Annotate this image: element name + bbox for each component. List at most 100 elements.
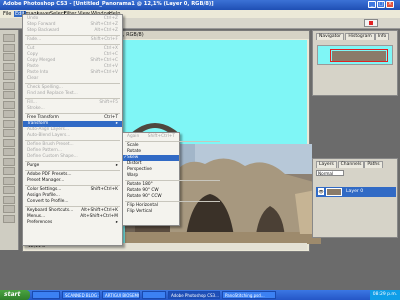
menu-separator [25,206,120,207]
taskbar-item[interactable]: SCANNED BLOG - YOUTU... [62,291,100,299]
navigator-thumbnail[interactable] [317,45,393,65]
menu-separator [125,180,220,181]
title-bar: Adobe Photoshop CS3 - [Untitled_Panorama… [0,0,400,10]
menu-item-label: Auto-Blend Layers... [27,133,71,138]
menu-item-label: Clear [27,76,39,81]
close-button[interactable]: × [386,1,394,8]
menu-item-label: Preferences [27,220,53,225]
menu-item-stroke: Stroke... [23,106,122,112]
menu-separator [25,161,120,162]
tool-button[interactable] [3,157,15,166]
menu-item-rotate-90-ccw[interactable]: Rotate 90° CCW [123,194,179,200]
tool-button[interactable] [3,138,15,147]
menu-item-again: Again Shift+Ctrl+T [123,134,179,140]
tool-button[interactable] [3,214,15,223]
menu-separator [25,185,120,186]
menu-item-label: Flip Vertical [127,209,153,214]
menu-separator [25,44,120,45]
start-button[interactable]: start [0,290,30,300]
tool-button[interactable] [3,148,15,156]
tool-button[interactable] [3,119,15,128]
menu-item-convert-to-profile[interactable]: Convert to Profile... [23,199,122,205]
menu-item-label: Rotate 90° CCW [127,194,162,199]
tool-button[interactable] [3,91,15,99]
menu-item-label: Fade... [27,37,42,42]
navigator-tab-navigator[interactable]: Navigator [316,33,345,40]
panel-dock-empty [312,96,398,158]
layer-thumbnail [326,188,342,196]
arrow-down-icon [369,21,373,25]
menu-item-label: Purge [27,163,40,168]
tool-button[interactable] [3,110,15,118]
menu-item-label: Again [127,134,140,139]
menu-item-shortcut: Shift+Ctrl+F [90,37,118,42]
edit-menu: Undo Ctrl+Z Step Forward Shift+Ctrl+Z Step B… [22,14,123,246]
menu-separator [25,83,120,84]
tool-button[interactable] [3,129,15,137]
menu-item-warp[interactable]: Warp [123,173,179,179]
tool-button[interactable] [3,176,15,185]
menu-item-find-and-replace-text: Find and Replace Text... [23,91,122,97]
menu-item-label: Convert to Profile... [27,199,69,204]
taskbar-item[interactable] [32,291,60,299]
taskbar-item[interactable] [142,291,166,299]
navigator-tab-info[interactable]: Info [374,33,390,40]
menu-separator [25,170,120,171]
tool-button[interactable] [3,62,15,71]
tool-button[interactable] [3,43,15,52]
menu-item-preferences[interactable]: Preferences ▸ [23,220,122,226]
menu-item-shortcut: Alt+Ctrl+Z [94,28,118,33]
taskbar-item[interactable]: Adobe Photoshop CS3... [168,291,220,299]
menu-item-shortcut: Shift+Ctrl+T [147,134,175,139]
tool-button[interactable] [3,34,15,42]
navigator-tab-histogram[interactable]: Histogram [345,33,375,40]
minimize-button[interactable]: _ [368,1,376,8]
tool-button[interactable] [3,72,15,80]
menu-item-label: Find and Replace Text... [27,91,78,96]
taskbar-item[interactable]: PanoStitching.psd... [222,291,276,299]
toolbox [0,30,19,250]
submenu-arrow-icon: ▸ [115,220,118,225]
tool-button[interactable] [3,53,15,61]
taskbar-item[interactable]: ARTIGUI BIOSEMOG... [102,291,140,299]
view-box[interactable] [330,49,388,62]
transform-submenu: Again Shift+Ctrl+T Scale Rotate ✓ Skew Distort… [122,132,220,226]
menu-item-label: Warp [127,173,139,178]
menu-separator [25,98,120,99]
menu-item-step-backward: Step Backward Alt+Ctrl+Z [23,28,122,34]
menu-item-label: Stroke... [27,106,45,111]
navigator-panel: Navigator Histogram Info [312,30,398,96]
layers-tab-layers[interactable]: Layers [316,161,337,168]
menu-separator [25,113,120,114]
menu-item-flip-vertical[interactable]: Flip Vertical [123,209,179,215]
tool-button[interactable] [3,100,15,109]
tool-button[interactable] [3,81,15,90]
system-tray: 08:29 p.m. [370,290,400,300]
layers-tab-paths[interactable]: Paths [364,161,383,168]
taskbar: start 08:29 p.m. SCANNED BLOG - YOUTU...… [0,290,400,300]
menu-item-label: Step Backward [27,28,60,33]
submenu-arrow-icon: ▸ [115,163,118,168]
tool-button[interactable] [3,167,15,175]
menu-separator [25,140,120,141]
menu-separator [125,201,220,202]
menu-item-preset-manager[interactable]: Preset Manager... [23,178,122,184]
layers-panel: Normal 👁 Layer 0 Layers Channels Paths [312,158,398,238]
menu-separator [25,35,120,36]
tool-button[interactable] [3,186,15,194]
menu-file[interactable]: File [3,11,11,17]
layer-row[interactable]: 👁 Layer 0 [316,187,396,197]
eye-icon[interactable]: 👁 [318,188,324,195]
menu-item-fade: Fade... Shift+Ctrl+F [23,37,122,43]
menu-item-auto-blend-layers: Auto-Blend Layers... [23,133,122,139]
blend-mode-select[interactable]: Normal [316,170,344,176]
layers-tab-channels[interactable]: Channels [337,161,365,168]
menu-item-clear: Clear [23,76,122,82]
maximize-button[interactable]: □ [377,1,385,8]
menu-separator [125,141,220,142]
palette-well[interactable] [364,19,378,27]
tool-button[interactable] [3,195,15,204]
menu-item-purge[interactable]: Purge ▸ [23,163,122,169]
start-label: start [4,291,21,298]
tool-button[interactable] [3,205,15,213]
